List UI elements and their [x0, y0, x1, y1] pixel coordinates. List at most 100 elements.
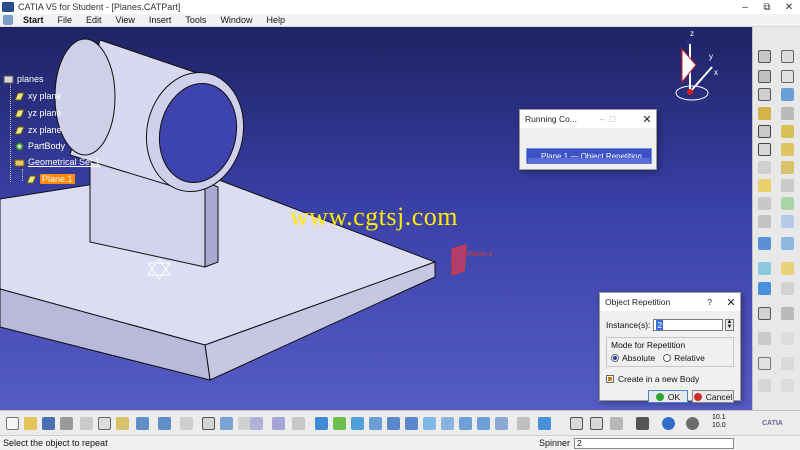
close-button[interactable]: ✕: [778, 2, 800, 13]
instances-input[interactable]: 2: [653, 318, 724, 331]
new-icon[interactable]: [6, 417, 19, 430]
3d-viewport[interactable]: z y x planes xy plane yz plane zx plane …: [0, 27, 752, 410]
print-icon[interactable]: [60, 417, 73, 430]
save-icon[interactable]: [42, 417, 55, 430]
running-commands-scrollbar[interactable]: [528, 158, 650, 164]
knowledge-icon[interactable]: [220, 417, 233, 430]
close-icon[interactable]: ✕: [722, 296, 740, 309]
cancel-button[interactable]: Cancel: [692, 390, 734, 403]
shaft-icon[interactable]: [758, 107, 771, 120]
cut-icon[interactable]: [80, 417, 93, 430]
analysis-icon[interactable]: [758, 379, 771, 392]
rotate-view-icon[interactable]: [369, 417, 382, 430]
menu-edit[interactable]: Edit: [79, 15, 109, 25]
instances-spinner[interactable]: ▲ ▼: [725, 318, 734, 331]
axis-icon[interactable]: [590, 417, 603, 430]
tree-item-plane-1[interactable]: Plane.1: [26, 174, 75, 184]
redo-icon[interactable]: [158, 417, 171, 430]
catia-menu-icon[interactable]: [3, 15, 13, 25]
running-commands-window[interactable]: Running Co... – □ ✕ Plane.1 — Object Rep…: [519, 109, 657, 170]
remove-icon[interactable]: [781, 307, 794, 320]
rib-icon[interactable]: [758, 125, 771, 138]
chamfer-icon[interactable]: [758, 143, 771, 156]
select-icon[interactable]: [781, 50, 794, 63]
boolean-icon[interactable]: [758, 307, 771, 320]
thickness-icon[interactable]: [781, 161, 794, 174]
menu-file[interactable]: File: [51, 15, 80, 25]
zoom-in-icon[interactable]: [387, 417, 400, 430]
undo-icon[interactable]: [136, 417, 149, 430]
rotate-icon[interactable]: [781, 237, 794, 250]
cut-part-icon[interactable]: [517, 417, 530, 430]
menu-start[interactable]: Start: [16, 15, 51, 25]
material-icon[interactable]: [758, 357, 771, 370]
pattern-icon[interactable]: [758, 197, 771, 210]
swap-space-icon[interactable]: [495, 417, 508, 430]
menu-window[interactable]: Window: [213, 15, 259, 25]
menu-view[interactable]: View: [109, 15, 142, 25]
absolute-radio[interactable]: [611, 354, 619, 362]
mirror-icon[interactable]: [781, 179, 794, 192]
pad-icon[interactable]: [758, 70, 771, 83]
fly-mode-icon[interactable]: [315, 417, 328, 430]
zoom-out-icon[interactable]: [405, 417, 418, 430]
plane-selection-icon[interactable]: [570, 417, 583, 430]
tree-root[interactable]: planes: [3, 74, 44, 84]
camera-icon[interactable]: [636, 417, 649, 430]
hole-icon[interactable]: [781, 107, 794, 120]
translate-icon[interactable]: [758, 237, 771, 250]
minimize-button[interactable]: –: [734, 2, 756, 13]
spinner-input[interactable]: 2: [574, 437, 734, 449]
snap-icon[interactable]: [610, 417, 623, 430]
menu-help[interactable]: Help: [259, 15, 292, 25]
hide-show-icon[interactable]: [477, 417, 490, 430]
pocket-icon[interactable]: [758, 88, 771, 101]
shell-icon[interactable]: [758, 161, 771, 174]
tree-item-yz-plane[interactable]: yz plane: [14, 108, 62, 118]
line-icon[interactable]: [781, 282, 794, 295]
close-icon[interactable]: ✕: [638, 113, 656, 126]
ok-button[interactable]: OK: [648, 390, 688, 403]
dimension-icon[interactable]: [686, 417, 699, 430]
scaling-icon[interactable]: [781, 197, 794, 210]
tree-item-xy-plane[interactable]: xy plane: [14, 91, 62, 101]
apply-material-icon[interactable]: [781, 379, 794, 392]
thick-surface-icon[interactable]: [781, 215, 794, 228]
render-icon[interactable]: [662, 417, 675, 430]
measure-icon[interactable]: [781, 332, 794, 345]
paste-icon[interactable]: [116, 417, 129, 430]
draft-icon[interactable]: [781, 143, 794, 156]
annotation-icon[interactable]: [781, 357, 794, 370]
menu-tools[interactable]: Tools: [178, 15, 213, 25]
shading-icon[interactable]: [459, 417, 472, 430]
thread-icon[interactable]: [758, 179, 771, 192]
sketcher-icon[interactable]: [781, 88, 794, 101]
create-body-checkbox[interactable]: [606, 374, 614, 383]
restore-button[interactable]: ⧉: [756, 2, 778, 13]
sketch-icon[interactable]: [758, 50, 771, 63]
symmetry-icon[interactable]: [758, 262, 771, 275]
table-icon[interactable]: [250, 417, 263, 430]
iso-view-icon[interactable]: [441, 417, 454, 430]
sketcher-grid-icon[interactable]: [292, 417, 305, 430]
point-icon[interactable]: [758, 282, 771, 295]
tree-item-geometrical-set[interactable]: Geometrical Set.1: [14, 157, 100, 167]
help-icon[interactable]: ?: [707, 297, 712, 307]
constraint-icon[interactable]: [758, 332, 771, 345]
object-repetition-dialog[interactable]: Object Repetition ? ✕ Instance(s): 2 ▲ ▼ …: [599, 292, 741, 403]
menu-insert[interactable]: Insert: [142, 15, 179, 25]
whats-this-icon[interactable]: [180, 417, 193, 430]
fit-all-icon[interactable]: [333, 417, 346, 430]
copy-icon[interactable]: [98, 417, 111, 430]
pointer-icon[interactable]: [781, 70, 794, 83]
tree-item-zx-plane[interactable]: zx plane: [14, 125, 62, 135]
normal-view-icon[interactable]: [423, 417, 436, 430]
plane-tool-icon[interactable]: [781, 262, 794, 275]
split-icon[interactable]: [758, 215, 771, 228]
open-icon[interactable]: [24, 417, 37, 430]
formula-icon[interactable]: [202, 417, 215, 430]
pan-icon[interactable]: [351, 417, 364, 430]
tree-item-partbody[interactable]: PartBody: [14, 141, 65, 151]
catalog-icon[interactable]: [272, 417, 285, 430]
update-icon[interactable]: [538, 417, 551, 430]
